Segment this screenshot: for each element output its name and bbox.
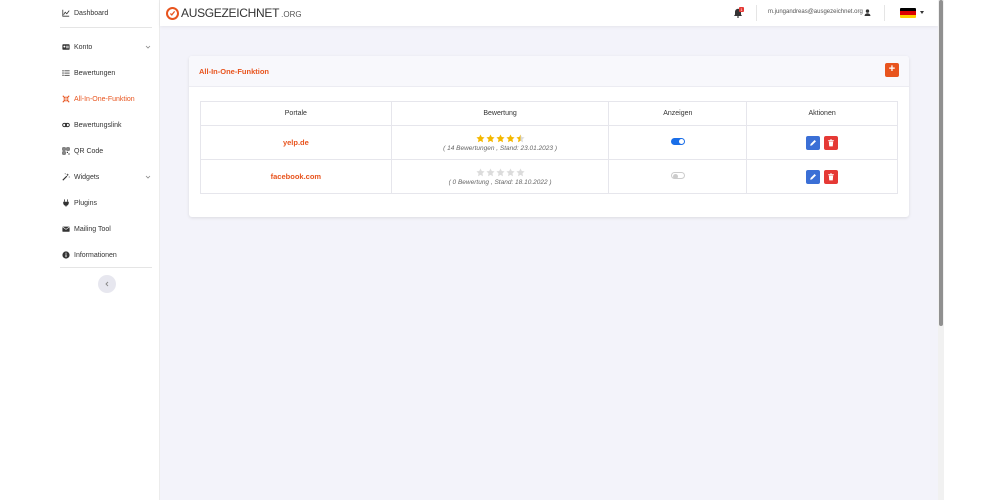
portal-table: Portale Bewertung Anzeigen Aktionen yelp…: [200, 101, 898, 194]
sidebar-item-plugins[interactable]: Plugins: [62, 197, 97, 209]
add-button[interactable]: +: [885, 63, 899, 77]
star-icon: [486, 167, 495, 176]
delete-button[interactable]: [824, 169, 839, 184]
sidebar-item-widgets[interactable]: Widgets: [62, 171, 99, 183]
sidebar-item-label: Widgets: [74, 173, 100, 181]
sidebar-item-bewertungen[interactable]: Bewertungen: [62, 67, 115, 79]
chevron-down-icon[interactable]: [145, 174, 151, 180]
logo-text: AUSGEZEICHNET: [181, 6, 280, 20]
header-divider: [756, 5, 757, 21]
star-icon: [496, 167, 505, 176]
sidebar-item-label: Bewertungen: [74, 69, 116, 77]
sidebar-divider: [60, 27, 152, 28]
logo-tld: .ORG: [281, 10, 302, 19]
sidebar-divider: [60, 267, 152, 268]
id-card-icon: [62, 43, 70, 51]
sidebar-collapse-button[interactable]: [98, 275, 116, 293]
table-row: yelp.de ( 14 Bewertungen , Stand: 23.01.…: [200, 125, 898, 160]
sidebar-item-all-in-one[interactable]: All-In-One-Funktion: [62, 93, 135, 105]
edit-button[interactable]: [806, 135, 821, 150]
chevron-left-icon: [105, 281, 109, 287]
scrollbar-thumb[interactable]: [939, 0, 943, 326]
column-header-portale: Portale: [200, 101, 392, 126]
portal-cell: facebook.com: [200, 159, 392, 194]
user-email[interactable]: m.jungandreas@ausgezeichnet.org: [768, 9, 863, 15]
plug-icon: [62, 199, 70, 207]
card-header: All-In-One-Funktion +: [189, 56, 909, 87]
portal-link-facebook[interactable]: facebook.com: [271, 172, 321, 181]
german-flag-icon[interactable]: [900, 8, 916, 18]
portal-cell: yelp.de: [200, 125, 392, 160]
chevron-down-icon[interactable]: [145, 44, 151, 50]
star-icon: [496, 133, 505, 142]
trash-icon: [828, 138, 834, 146]
sidebar-item-label: Plugins: [74, 199, 97, 207]
sidebar-item-bewertungslink[interactable]: Bewertungslink: [62, 119, 121, 131]
rating-summary: ( 0 Bewertung , Stand: 18.10.2022 ): [448, 178, 552, 186]
star-icon: [516, 133, 525, 142]
table-row: facebook.com ( 0 Bewertung , Stand: 18.1…: [200, 159, 898, 194]
list-icon: [62, 69, 70, 77]
portal-link-yelp[interactable]: yelp.de: [283, 138, 309, 147]
link-icon: [62, 121, 70, 129]
show-toggle[interactable]: [670, 172, 685, 179]
user-icon[interactable]: [864, 9, 871, 16]
table-header-row: Portale Bewertung Anzeigen Aktionen: [200, 101, 898, 126]
compress-arrows-icon: [62, 95, 70, 103]
logo[interactable]: AUSGEZEICHNET .ORG: [166, 6, 302, 20]
column-header-bewertung: Bewertung: [390, 101, 610, 126]
show-toggle[interactable]: [670, 138, 685, 145]
sidebar-item-qr-code[interactable]: QR Code: [62, 145, 103, 157]
star-rating: [392, 167, 609, 177]
sidebar: Dashboard Konto Bewertungen All-In-One-F…: [0, 0, 160, 500]
sidebar-item-konto[interactable]: Konto: [62, 41, 92, 53]
caret-down-icon[interactable]: [920, 11, 924, 14]
magic-wand-icon: [62, 173, 70, 181]
delete-button[interactable]: [824, 135, 839, 150]
notification-badge: 1: [739, 7, 744, 12]
sidebar-item-dashboard[interactable]: Dashboard: [62, 7, 108, 19]
sidebar-item-label: QR Code: [74, 147, 104, 155]
show-cell: [608, 159, 748, 194]
star-icon: [476, 133, 485, 142]
top-bar: AUSGEZEICHNET .ORG 1 m.jungandreas@ausge…: [160, 0, 938, 26]
sidebar-item-label: Konto: [74, 43, 93, 51]
sidebar-item-label: All-In-One-Funktion: [74, 95, 135, 103]
header-divider: [884, 5, 885, 21]
show-cell: [608, 125, 748, 160]
sidebar-item-label: Bewertungslink: [74, 121, 122, 129]
sidebar-item-informationen[interactable]: Informationen: [62, 249, 117, 261]
star-icon: [516, 167, 525, 176]
logo-check-icon: [166, 6, 179, 20]
edit-button[interactable]: [806, 169, 821, 184]
actions-cell: [746, 159, 898, 194]
sidebar-item-label: Dashboard: [74, 9, 109, 17]
pencil-icon: [810, 173, 817, 180]
rating-cell: ( 14 Bewertungen , Stand: 23.01.2023 ): [390, 125, 610, 160]
star-rating: [392, 133, 609, 143]
trash-icon: [828, 172, 834, 180]
actions-cell: [746, 125, 898, 160]
chart-line-icon: [62, 9, 70, 17]
rating-summary: ( 14 Bewertungen , Stand: 23.01.2023 ): [443, 144, 557, 152]
star-icon: [486, 133, 495, 142]
pencil-icon: [810, 139, 817, 146]
rating-cell: ( 0 Bewertung , Stand: 18.10.2022 ): [390, 159, 610, 194]
column-header-anzeigen: Anzeigen: [608, 101, 748, 126]
sidebar-item-mailing-tool[interactable]: Mailing Tool: [62, 223, 111, 235]
sidebar-item-label: Mailing Tool: [74, 225, 111, 233]
qrcode-icon: [62, 147, 70, 155]
star-icon: [506, 133, 515, 142]
star-icon: [506, 167, 515, 176]
envelope-icon: [62, 225, 70, 233]
column-header-aktionen: Aktionen: [746, 101, 898, 126]
info-circle-icon: [62, 251, 70, 259]
star-icon: [476, 167, 485, 176]
sidebar-item-label: Informationen: [74, 251, 117, 259]
card-title: All-In-One-Funktion: [199, 67, 269, 76]
all-in-one-card: All-In-One-Funktion + Portale Bewertung …: [189, 56, 909, 217]
